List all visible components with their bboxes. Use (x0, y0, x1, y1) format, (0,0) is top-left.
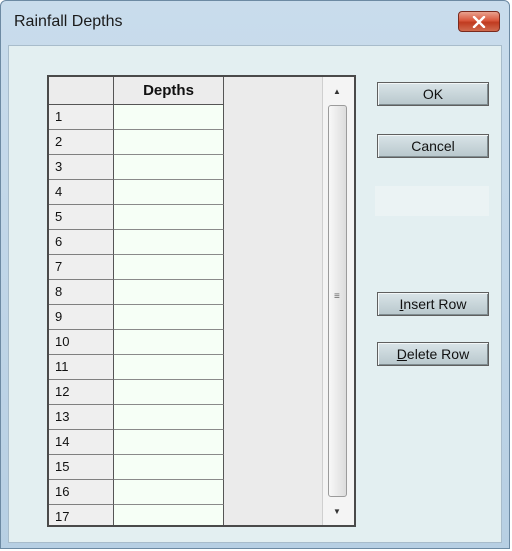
row-header[interactable]: 14 (49, 430, 114, 455)
title-bar[interactable]: Rainfall Depths (1, 1, 509, 43)
dialog-body: Depths 1 2 3 4 5 6 7 8 9 10 11 12 13 14 15 16 17 ▲ ≡ ▼ O… (8, 45, 502, 543)
ok-button[interactable]: OK (377, 82, 489, 106)
table-row: 10 (49, 330, 224, 355)
depth-cell[interactable] (114, 255, 224, 280)
row-header[interactable]: 13 (49, 405, 114, 430)
row-header[interactable]: 9 (49, 305, 114, 330)
cancel-button[interactable]: Cancel (377, 134, 489, 158)
row-header[interactable]: 17 (49, 505, 114, 525)
row-header[interactable]: 2 (49, 130, 114, 155)
arrow-up-icon[interactable]: ▲ (333, 87, 341, 96)
table-row: 3 (49, 155, 224, 180)
depth-cell[interactable] (114, 305, 224, 330)
table-row: 7 (49, 255, 224, 280)
depth-cell[interactable] (114, 380, 224, 405)
close-icon (472, 15, 486, 28)
row-header[interactable]: 3 (49, 155, 114, 180)
delete-row-label: elete Row (406, 346, 470, 362)
table-row: 4 (49, 180, 224, 205)
row-header[interactable]: 15 (49, 455, 114, 480)
table-row: 15 (49, 455, 224, 480)
depth-cell[interactable] (114, 355, 224, 380)
table-row: 9 (49, 305, 224, 330)
table-row: 16 (49, 480, 224, 505)
arrow-down-icon[interactable]: ▼ (333, 507, 341, 516)
row-header[interactable]: 1 (49, 105, 114, 130)
depth-cell[interactable] (114, 405, 224, 430)
window-title: Rainfall Depths (14, 13, 123, 30)
table-row: 17 (49, 505, 224, 525)
row-header[interactable]: 6 (49, 230, 114, 255)
row-header[interactable]: 7 (49, 255, 114, 280)
table-row: 2 (49, 130, 224, 155)
depth-cell[interactable] (114, 330, 224, 355)
insert-row-button[interactable]: Insert Row (377, 292, 489, 316)
row-header[interactable]: 10 (49, 330, 114, 355)
depth-cell[interactable] (114, 130, 224, 155)
depth-cell[interactable] (114, 230, 224, 255)
grid-corner-cell (49, 77, 114, 105)
depth-cell[interactable] (114, 155, 224, 180)
close-button[interactable] (458, 11, 500, 32)
depth-cell[interactable] (114, 280, 224, 305)
table-row: 8 (49, 280, 224, 305)
table-row: 14 (49, 430, 224, 455)
table-row: 11 (49, 355, 224, 380)
scrollbar-thumb[interactable]: ≡ (328, 105, 347, 497)
delete-row-mnemonic: D (396, 346, 407, 362)
table-row: 12 (49, 380, 224, 405)
depth-cell[interactable] (114, 505, 224, 525)
depth-cell[interactable] (114, 105, 224, 130)
row-header[interactable]: 16 (49, 480, 114, 505)
column-header-depths: Depths (114, 77, 224, 105)
row-header[interactable]: 5 (49, 205, 114, 230)
row-header[interactable]: 12 (49, 380, 114, 405)
vertical-scrollbar[interactable]: ▲ ≡ ▼ (322, 77, 354, 525)
depth-cell[interactable] (114, 205, 224, 230)
table-row: 6 (49, 230, 224, 255)
row-header[interactable]: 4 (49, 180, 114, 205)
delete-row-button[interactable]: Delete Row (377, 342, 489, 366)
rainfall-depths-dialog: Rainfall Depths Depths 1 2 3 4 5 6 7 8 9 10 11 12 13… (0, 0, 510, 549)
depth-cell[interactable] (114, 480, 224, 505)
grip-icon: ≡ (334, 291, 340, 302)
table-row: 13 (49, 405, 224, 430)
depth-cell[interactable] (114, 180, 224, 205)
depth-cell[interactable] (114, 455, 224, 480)
insert-row-label: nsert Row (403, 296, 467, 312)
grid-rows: 1 2 3 4 5 6 7 8 9 10 11 12 13 14 15 16 17 (49, 105, 224, 525)
table-row: 1 (49, 105, 224, 130)
row-header[interactable]: 11 (49, 355, 114, 380)
depth-cell[interactable] (114, 430, 224, 455)
hidden-button-slot (375, 186, 489, 216)
depths-grid: Depths 1 2 3 4 5 6 7 8 9 10 11 12 13 14 15 16 17 ▲ ≡ ▼ (47, 75, 356, 527)
row-header[interactable]: 8 (49, 280, 114, 305)
grid-empty-area (224, 77, 322, 525)
table-row: 5 (49, 205, 224, 230)
